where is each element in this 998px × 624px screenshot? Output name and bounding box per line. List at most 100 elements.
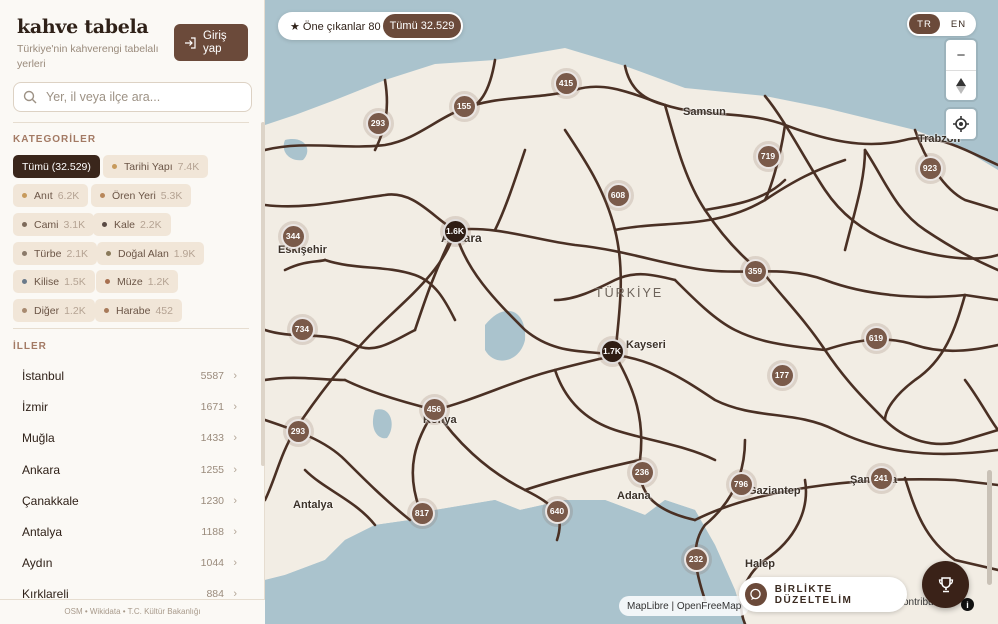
cluster-marker[interactable]: 796: [728, 471, 754, 497]
category-chip-anit[interactable]: Anıt 6.2K: [13, 184, 89, 207]
search-box: [13, 82, 252, 112]
chip-label: Türbe: [34, 247, 62, 260]
cluster-marker[interactable]: 608: [605, 182, 631, 208]
cluster-marker[interactable]: 232: [683, 546, 709, 572]
cluster-marker[interactable]: 1.6K: [442, 218, 468, 244]
cluster-marker[interactable]: 619: [863, 325, 889, 351]
chip-count: 5.3K: [160, 189, 183, 202]
cluster-marker[interactable]: 817: [409, 500, 435, 526]
cluster-marker[interactable]: 293: [285, 418, 311, 444]
province-count: 1255: [200, 463, 224, 476]
cluster-marker[interactable]: 155: [451, 93, 477, 119]
zoom-control: −: [946, 40, 976, 100]
category-chip-oren-yeri[interactable]: Ören Yeri 5.3K: [91, 184, 192, 207]
province-row[interactable]: Muğla 1433 ›: [0, 422, 262, 453]
chip-label: Anıt: [34, 189, 53, 202]
category-chip-kale[interactable]: Kale 2.2K: [93, 213, 171, 236]
category-chip-muze[interactable]: Müze 1.2K: [96, 270, 179, 293]
category-chip-kilise[interactable]: Kilise 1.5K: [13, 270, 95, 293]
cluster-marker[interactable]: 236: [629, 459, 655, 485]
cluster-marker[interactable]: 415: [553, 70, 579, 96]
chevron-right-icon: ›: [233, 400, 237, 413]
chevron-right-icon: ›: [233, 431, 237, 444]
city-label-gaziantep: Gaziantep: [748, 485, 801, 497]
edit-together-button[interactable]: BİRLİKTE DÜZELTELİM: [739, 577, 907, 612]
chip-count: 3.1K: [63, 218, 86, 231]
cluster-marker[interactable]: 923: [917, 155, 943, 181]
edit-together-label: BİRLİKTE DÜZELTELİM: [774, 583, 853, 606]
compass-button[interactable]: [946, 70, 976, 100]
map-attribution[interactable]: MapLibre | OpenFreeMap: [619, 596, 750, 616]
province-count: 1230: [200, 494, 224, 507]
category-chip-turbe[interactable]: Türbe 2.1K: [13, 242, 98, 265]
category-chip-diger[interactable]: Diğer 1.2K: [13, 299, 95, 322]
cluster-marker[interactable]: 177: [769, 362, 795, 388]
category-chip-all[interactable]: Tümü (32.529): [13, 155, 100, 178]
login-button[interactable]: Giriş yap: [174, 24, 248, 61]
chip-dot: [112, 164, 117, 169]
trophy-icon: [938, 576, 953, 592]
chip-dot: [100, 193, 105, 198]
data-sources-footer: OSM • Wikidata • T.C. Kültür Bakanlığı: [0, 599, 265, 624]
category-chip-harabe[interactable]: Harabe 452: [95, 299, 182, 322]
cluster-marker[interactable]: 640: [544, 498, 570, 524]
categories-heading: KATEGORİLER: [13, 134, 97, 145]
brand: kahve tabela Türkiye'nin kahverengi tabe…: [17, 16, 167, 72]
province-count: 1188: [201, 525, 224, 538]
sidebar-scrollbar[interactable]: [261, 122, 265, 466]
province-count: 884: [206, 587, 224, 600]
search-input[interactable]: [46, 90, 236, 104]
all-toggle-button[interactable]: Tümü 32.529: [383, 14, 461, 38]
province-row[interactable]: Aydın 1044 ›: [0, 547, 262, 578]
category-chip-dogal-alan[interactable]: Doğal Alan 1.9K: [97, 242, 205, 265]
chip-label: Kilise: [34, 275, 60, 288]
cluster-marker[interactable]: 241: [868, 465, 894, 491]
cluster-marker[interactable]: 719: [755, 143, 781, 169]
province-row[interactable]: İzmir 1671 ›: [0, 391, 262, 422]
featured-toggle-button[interactable]: ★ Öne çıkanlar 80: [284, 14, 387, 38]
country-label: TÜRKİYE: [595, 286, 664, 300]
chip-count: 2.1K: [66, 247, 89, 260]
cluster-marker[interactable]: 456: [421, 396, 447, 422]
map-scrollbar[interactable]: [987, 470, 992, 585]
chip-count: 1.9K: [173, 247, 196, 260]
zoom-out-button[interactable]: −: [946, 40, 976, 70]
locate-icon: [953, 116, 969, 132]
chip-label: Ören Yeri: [112, 189, 156, 202]
lang-tr-button[interactable]: TR: [909, 14, 940, 34]
chevron-right-icon: ›: [233, 556, 237, 569]
chip-label: Müze: [117, 275, 143, 288]
chip-dot: [105, 279, 110, 284]
province-count: 5587: [200, 369, 224, 382]
category-chip-cami[interactable]: Cami 3.1K: [13, 213, 95, 236]
divider: [13, 328, 249, 329]
login-label: Giriş yap: [203, 29, 227, 55]
cluster-marker[interactable]: 344: [280, 223, 306, 249]
category-chip-tarihi-yapi[interactable]: Tarihi Yapı 7.4K: [103, 155, 209, 178]
chip-count: 1.2K: [64, 304, 86, 317]
chip-count: 1.5K: [64, 275, 86, 288]
geolocate-button[interactable]: [946, 109, 976, 139]
province-count: 1044: [200, 556, 224, 569]
chevron-right-icon: ›: [233, 494, 237, 507]
chip-label: Cami: [34, 218, 59, 231]
cluster-marker[interactable]: 359: [742, 258, 768, 284]
filter-toggle: ★ Öne çıkanlar 80 Tümü 32.529: [278, 12, 463, 40]
city-label-samsun: Samsun: [683, 106, 726, 118]
chip-label: Tümü (32.529): [22, 160, 91, 173]
cluster-marker[interactable]: 734: [289, 316, 315, 342]
leaderboard-button[interactable]: [922, 561, 969, 608]
province-row[interactable]: Ankara 1255 ›: [0, 454, 262, 485]
chip-dot: [22, 222, 27, 227]
chip-label: Harabe: [116, 304, 151, 317]
province-name: Muğla: [22, 430, 55, 445]
map-canvas[interactable]: Samsun Trabzon Eskişehir Ankara Kayseri …: [265, 0, 998, 624]
cluster-marker[interactable]: 293: [365, 110, 391, 136]
province-row[interactable]: İstanbul 5587 ›: [0, 360, 262, 391]
province-row[interactable]: Çanakkale 1230 ›: [0, 485, 262, 516]
province-name: Çanakkale: [22, 493, 79, 508]
map-base: [265, 0, 998, 624]
cluster-marker[interactable]: 1.7K: [599, 338, 625, 364]
province-row[interactable]: Antalya 1188 ›: [0, 516, 262, 547]
lang-en-button[interactable]: EN: [943, 14, 974, 34]
